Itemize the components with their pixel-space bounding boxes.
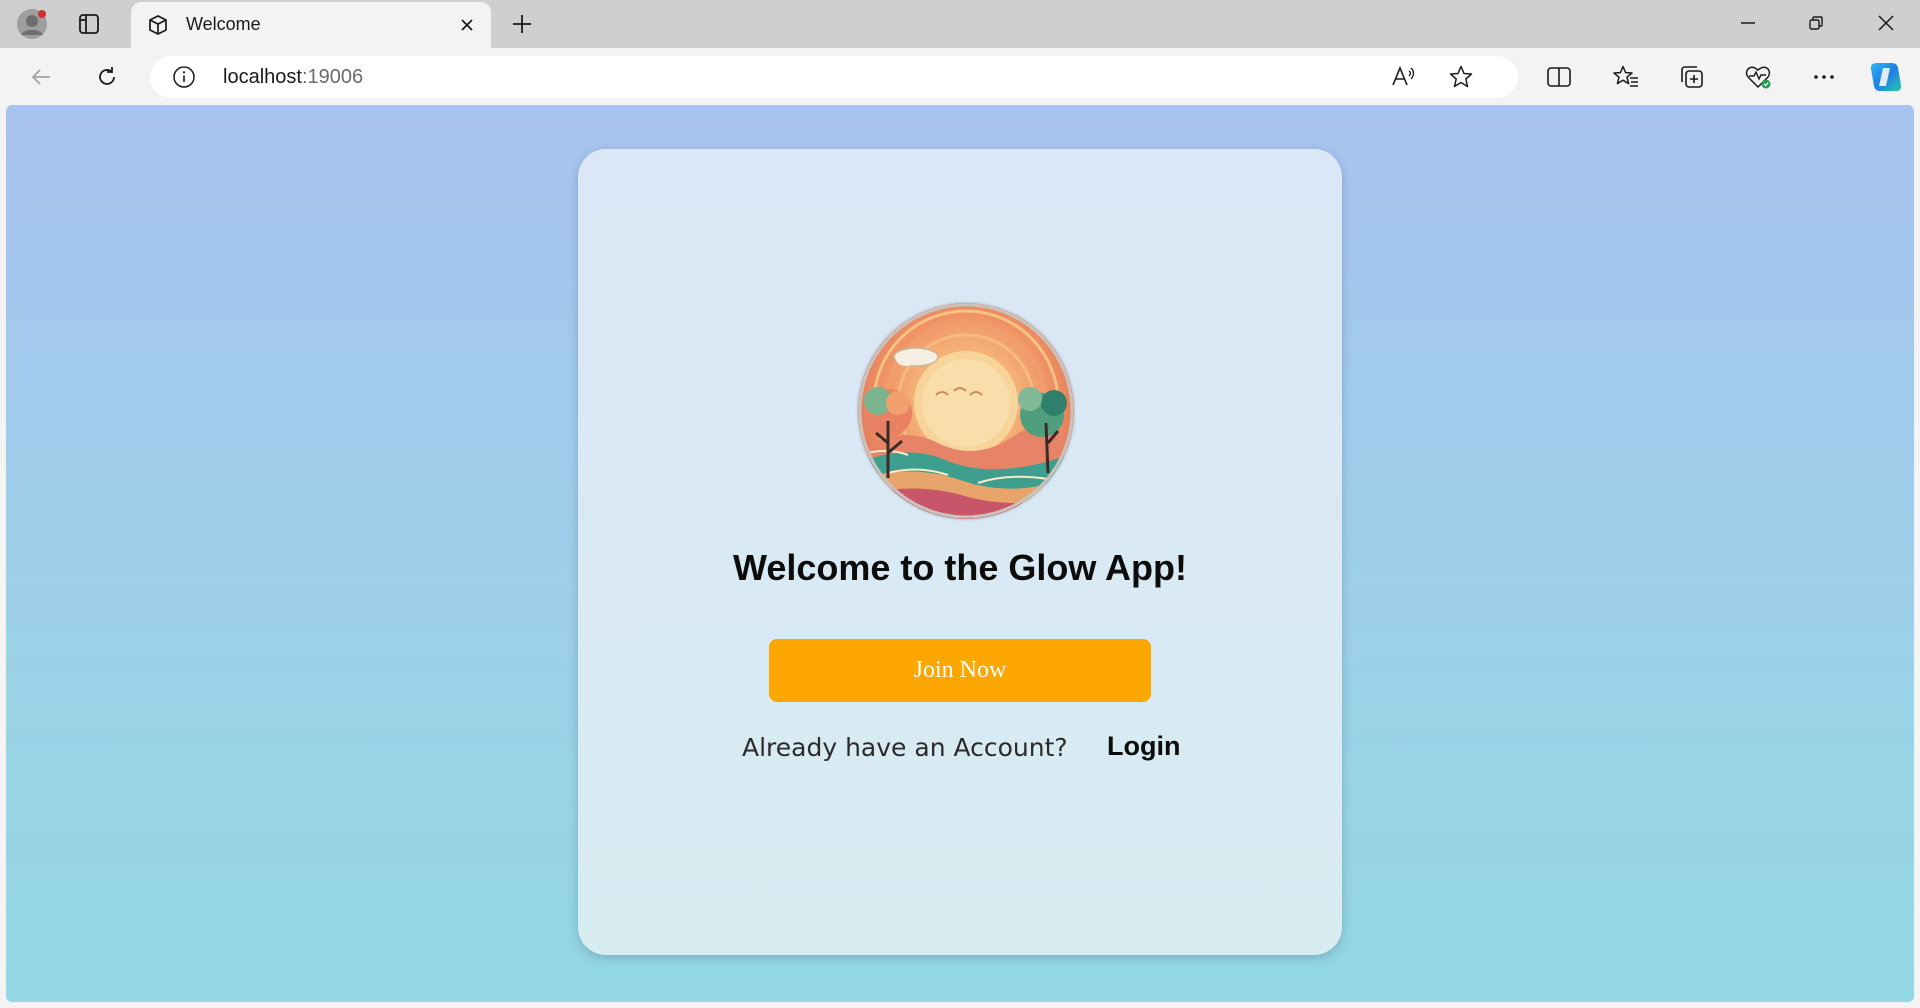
account-prompt-text: Already have an Account?: [742, 733, 1068, 762]
split-screen-icon[interactable]: [1539, 57, 1579, 97]
url-port: :19006: [301, 66, 364, 88]
address-bar[interactable]: localhost:19006: [150, 56, 1518, 98]
browser-essentials-icon[interactable]: [1738, 57, 1778, 97]
close-window-icon[interactable]: [1852, 0, 1920, 46]
new-tab-icon[interactable]: [504, 6, 540, 42]
settings-more-icon[interactable]: [1804, 57, 1844, 97]
expo-favicon-icon: [145, 12, 171, 38]
page-viewport: Welcome to the Glow App! Join Now Alread…: [6, 105, 1914, 1002]
copilot-icon[interactable]: [1866, 57, 1906, 97]
minimize-icon[interactable]: [1714, 0, 1782, 46]
favorite-star-icon[interactable]: [1444, 60, 1478, 94]
url-host: localhost: [223, 66, 302, 88]
browser-tab-strip: Welcome: [0, 0, 1920, 48]
welcome-card: Welcome to the Glow App! Join Now Alread…: [578, 149, 1342, 955]
read-aloud-icon[interactable]: [1386, 60, 1420, 94]
tab-actions-icon[interactable]: [71, 6, 107, 42]
collections-icon[interactable]: [1672, 57, 1712, 97]
welcome-heading: Welcome to the Glow App!: [732, 547, 1187, 588]
profile-avatar-icon[interactable]: [14, 6, 50, 42]
close-tab-icon[interactable]: [453, 11, 481, 39]
restore-icon[interactable]: [1782, 0, 1850, 46]
join-now-button[interactable]: Join Now: [769, 639, 1151, 702]
favorites-icon[interactable]: [1606, 57, 1646, 97]
site-info-icon[interactable]: [172, 65, 196, 89]
address-url[interactable]: localhost:19006: [223, 66, 363, 89]
tab-welcome[interactable]: Welcome: [131, 2, 491, 48]
browser-toolbar: localhost:19006: [0, 48, 1920, 105]
glow-sunset-logo: [858, 303, 1074, 519]
login-link[interactable]: Login: [1107, 731, 1180, 762]
back-icon[interactable]: [21, 57, 61, 97]
tab-title: Welcome: [186, 14, 261, 34]
refresh-icon[interactable]: [87, 57, 127, 97]
